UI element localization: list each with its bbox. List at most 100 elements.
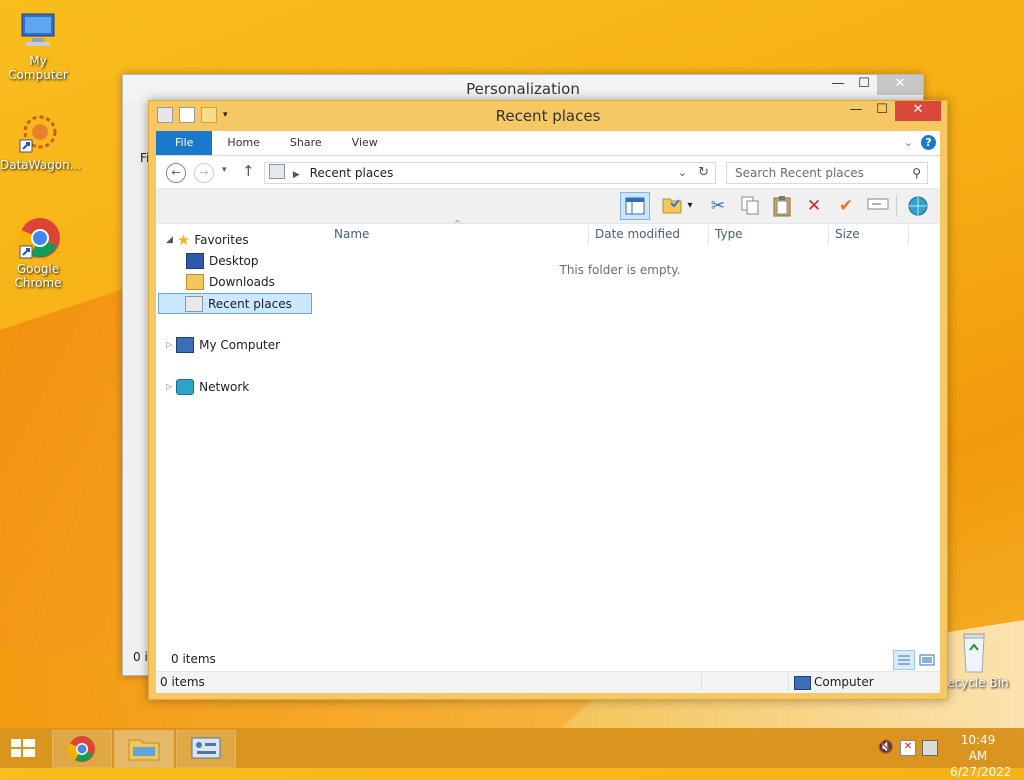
network-status-icon[interactable]: [922, 740, 938, 756]
back-button[interactable]: ←: [166, 163, 186, 183]
folder-options-icon[interactable]: [660, 195, 684, 217]
delete-icon[interactable]: ✕: [802, 195, 826, 217]
column-header-name[interactable]: Name: [334, 227, 369, 241]
clock-time: 10:49 AM: [960, 733, 996, 763]
nav-recent-places[interactable]: Recent places: [158, 293, 312, 314]
status-divider: [788, 674, 789, 691]
search-placeholder: Search Recent places: [735, 166, 864, 180]
search-icon[interactable]: ⚲: [912, 163, 921, 183]
close-button[interactable]: ✕: [895, 101, 941, 121]
desktop-folder-icon: [186, 253, 204, 269]
file-list[interactable]: ^ Name Date modified Type Size This fold…: [324, 219, 940, 661]
taskbar: 🔇 ✕ 10:49 AM 6/27/2022: [0, 728, 1024, 779]
item-count: 0 items: [160, 675, 205, 689]
taskbar-file-explorer-button[interactable]: [114, 730, 174, 768]
desktop-icon-datawagon[interactable]: DataWagon...: [0, 112, 82, 172]
taskbar-chrome-button[interactable]: [52, 730, 112, 768]
maximize-button[interactable]: ☐: [869, 101, 895, 121]
search-input[interactable]: Search Recent places ⚲: [726, 162, 928, 184]
tab-file[interactable]: File: [156, 131, 213, 155]
explorer-window[interactable]: ▾ Recent places — ☐ ✕ File Home Share Vi…: [148, 100, 948, 700]
status-divider: [701, 674, 702, 691]
forward-button[interactable]: →: [194, 163, 214, 183]
column-divider[interactable]: [708, 225, 709, 243]
expand-arrow-icon[interactable]: ▷: [166, 336, 172, 354]
column-header-type[interactable]: Type: [715, 227, 743, 241]
recent-places-icon: [269, 164, 285, 179]
clock[interactable]: 10:49 AM 6/27/2022: [950, 732, 1012, 780]
details-view-button[interactable]: [893, 650, 915, 670]
nav-favorites[interactable]: ◢ ★ Favorites: [166, 231, 249, 249]
rename-icon[interactable]: [866, 195, 890, 217]
expand-arrow-icon[interactable]: ▷: [166, 378, 172, 396]
large-icons-view-button[interactable]: [916, 650, 938, 670]
chrome-icon: [67, 736, 95, 762]
help-icon[interactable]: ?: [921, 135, 936, 150]
taskbar-control-panel-button[interactable]: [176, 730, 236, 768]
command-toolbar: ▾ ✂ ✕ ✔: [156, 188, 940, 224]
nav-label: Network: [199, 380, 250, 394]
network-icon: [176, 379, 195, 395]
tab-share[interactable]: Share: [275, 131, 337, 155]
action-center-icon[interactable]: ✕: [900, 740, 916, 756]
column-divider[interactable]: [908, 225, 909, 243]
status-location: Computer: [814, 675, 874, 689]
refresh-icon[interactable]: ↻: [698, 163, 709, 183]
volume-muted-icon[interactable]: 🔇: [878, 740, 894, 755]
toolbar-separator: [896, 195, 897, 217]
nav-label: Favorites: [194, 233, 249, 247]
network-globe-icon[interactable]: [906, 195, 930, 217]
nav-label: Recent places: [208, 296, 292, 311]
expand-ribbon-icon[interactable]: ⌄: [904, 136, 913, 149]
desktop-icon-label: Google Chrome: [14, 262, 62, 290]
column-header-size[interactable]: Size: [835, 227, 860, 241]
nav-label: My Computer: [199, 338, 281, 352]
address-box[interactable]: ▶ Recent places ⌄ ↻: [264, 162, 716, 184]
datawagon-icon: [16, 112, 60, 156]
nav-downloads[interactable]: Downloads: [186, 273, 275, 291]
minimize-button[interactable]: —: [825, 75, 851, 95]
recent-locations-button[interactable]: ▾: [222, 165, 227, 175]
chrome-icon: [16, 216, 60, 260]
star-icon: ★: [176, 231, 191, 249]
column-divider[interactable]: [588, 225, 589, 243]
nav-label: Downloads: [209, 275, 275, 289]
computer-icon: [16, 8, 60, 52]
control-panel-icon: [191, 737, 221, 759]
downloads-folder-icon: [186, 274, 204, 290]
up-button[interactable]: ↑: [242, 162, 255, 180]
address-dropdown-icon[interactable]: ⌄: [678, 163, 687, 183]
close-button[interactable]: ✕: [877, 75, 923, 95]
column-header-date-modified[interactable]: Date modified: [595, 227, 680, 241]
cut-icon[interactable]: ✂: [706, 195, 730, 217]
nav-my-computer[interactable]: ▷ My Computer: [166, 336, 280, 354]
desktop-icon-google-chrome[interactable]: Google Chrome: [0, 216, 76, 290]
preview-pane-icon[interactable]: [620, 192, 650, 220]
copy-icon[interactable]: [738, 195, 762, 217]
empty-folder-message: This folder is empty.: [559, 263, 681, 277]
paste-icon[interactable]: [770, 195, 794, 217]
chevron-down-icon[interactable]: ▾: [684, 195, 696, 217]
minimize-button[interactable]: —: [843, 101, 869, 121]
column-divider[interactable]: [828, 225, 829, 243]
start-button[interactable]: [8, 736, 38, 760]
breadcrumb-chevron-icon[interactable]: ▶: [293, 170, 300, 180]
details-status-bar: 0 items: [156, 648, 940, 670]
tab-view[interactable]: View: [337, 131, 393, 155]
recycle-bin-icon: [952, 630, 996, 674]
nav-network[interactable]: ▷ Network: [166, 378, 249, 396]
breadcrumb[interactable]: Recent places: [310, 166, 394, 180]
properties-check-icon[interactable]: ✔: [834, 195, 858, 217]
desktop-icon-my-computer[interactable]: My Computer: [0, 8, 76, 82]
collapse-arrow-icon[interactable]: ◢: [166, 231, 173, 249]
recent-places-icon: [185, 295, 203, 312]
desktop-icon-label: DataWagon...: [0, 158, 82, 172]
status-bar: 0 items Computer: [156, 671, 940, 693]
maximize-button[interactable]: ☐: [851, 75, 877, 95]
tab-home[interactable]: Home: [212, 131, 274, 155]
sort-indicator-icon: ^: [454, 219, 461, 228]
window-title: Recent places: [495, 107, 601, 125]
computer-icon: [794, 676, 811, 690]
navigation-pane: ◢ ★ Favorites Desktop Downloads Recent p…: [156, 221, 316, 661]
nav-desktop[interactable]: Desktop: [186, 252, 259, 270]
